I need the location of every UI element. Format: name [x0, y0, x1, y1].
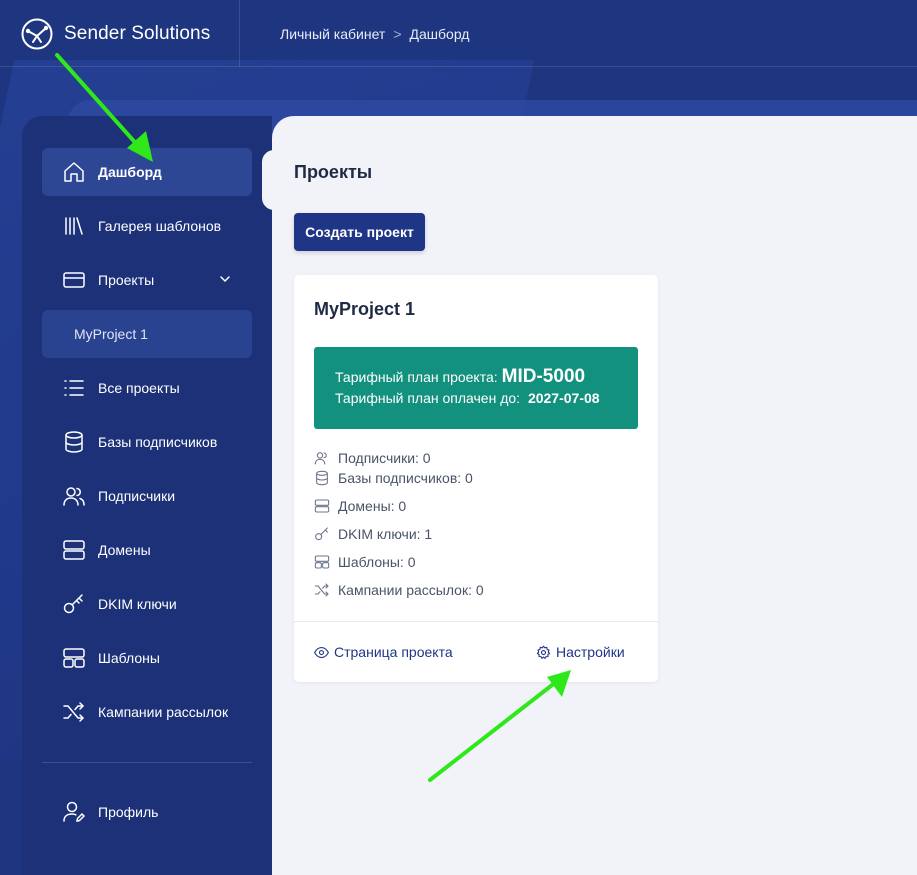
stat-campaigns: Кампании рассылок: 0 — [314, 582, 484, 598]
stat-label: Кампании рассылок: 0 — [338, 582, 484, 598]
sidebar-item-label: Профиль — [98, 804, 159, 820]
sidebar-item-domains[interactable]: Домены — [42, 526, 252, 574]
library-icon — [65, 217, 83, 235]
stat-label: Шаблоны: 0 — [338, 554, 416, 570]
main-content: Проекты Создать проект MyProject 1 Тариф… — [272, 116, 917, 875]
key-icon — [63, 594, 83, 614]
sidebar-item-myproject[interactable]: MyProject 1 — [42, 310, 252, 358]
home-icon — [64, 162, 84, 182]
sidebar-item-label: Галерея шаблонов — [98, 218, 222, 234]
database-icon — [316, 470, 328, 486]
users-icon — [63, 487, 85, 506]
gear-icon — [536, 645, 551, 659]
page-title: Проекты — [294, 162, 373, 182]
sidebar-item-label: Проекты — [98, 272, 155, 288]
sidebar-item-campaigns[interactable]: Кампании рассылок — [42, 688, 252, 736]
stat-subscriber-bases: Базы подписчиков: 0 — [314, 470, 473, 486]
server-icon — [314, 499, 330, 513]
logo-icon — [21, 18, 53, 49]
server-icon — [63, 540, 85, 560]
sidebar-item-label: Подписчики — [98, 488, 176, 504]
breadcrumb: Личный кабинет > Дашборд — [280, 0, 469, 67]
sidebar-item-label: Кампании рассылок — [98, 704, 229, 720]
project-page-link[interactable]: Страница проекта — [314, 644, 453, 660]
sidebar-item-label: DKIM ключи — [98, 596, 177, 612]
sidebar-item-all-projects[interactable]: Все проекты — [42, 364, 252, 412]
sidebar-item-label: Все проекты — [98, 380, 180, 396]
key-icon — [315, 527, 328, 541]
card-icon — [63, 272, 85, 288]
stat-label: Подписчики: 0 — [338, 450, 431, 466]
sidebar-item-label: Базы подписчиков — [98, 434, 218, 450]
user-edit-icon — [63, 801, 86, 822]
database-icon — [65, 431, 83, 453]
settings-link[interactable]: Настройки — [536, 644, 625, 660]
sidebar-item-profile[interactable]: Профиль — [42, 788, 252, 836]
sidebar-divider — [42, 762, 252, 763]
stat-subscribers: Подписчики: 0 — [314, 450, 431, 466]
sidebar-item-label: MyProject 1 — [74, 326, 148, 342]
stat-domains: Домены: 0 — [314, 498, 406, 514]
breadcrumb-separator: > — [393, 25, 402, 42]
paid-label: Тарифный план оплачен до: — [335, 390, 521, 406]
breadcrumb-item-dashboard: Дашборд — [409, 25, 470, 42]
stat-dkim-keys: DKIM ключи: 1 — [314, 526, 432, 542]
plan-label: Тарифный план проекта: — [335, 369, 498, 385]
create-project-button[interactable]: Создать проект — [294, 213, 425, 251]
sidebar-item-templates[interactable]: Шаблоны — [42, 634, 252, 682]
eye-icon — [314, 646, 329, 658]
breadcrumb-item-account[interactable]: Личный кабинет — [280, 26, 385, 42]
project-card: MyProject 1 Тарифный план проекта: MID-5… — [294, 275, 658, 682]
chevron-down-icon[interactable] — [218, 272, 232, 286]
sidebar-item-label: Домены — [98, 542, 151, 558]
layout-icon — [63, 648, 85, 668]
card-divider — [294, 621, 658, 622]
sidebar: Дашборд Галерея шаблонов Проекты MyProje… — [22, 116, 272, 875]
sidebar-item-projects[interactable]: Проекты — [42, 256, 252, 304]
sidebar-item-subscribers[interactable]: Подписчики — [42, 472, 252, 520]
topbar: Sender Solutions Личный кабинет > Дашбор… — [0, 0, 917, 67]
brand-name: Sender Solutions — [64, 22, 211, 44]
project-name: MyProject 1 — [314, 299, 416, 319]
sidebar-item-subscriber-bases[interactable]: Базы подписчиков — [42, 418, 252, 466]
plan-code: MID-5000 — [501, 366, 586, 387]
sidebar-item-label: Шаблоны — [98, 650, 160, 666]
users-icon — [314, 452, 327, 465]
shuffle-icon — [63, 702, 84, 722]
settings-label: Настройки — [556, 644, 625, 660]
stat-templates: Шаблоны: 0 — [314, 554, 415, 570]
paid-until: 2027-07-08 — [527, 390, 600, 406]
layout-icon — [314, 555, 330, 569]
project-page-label: Страница проекта — [334, 644, 453, 660]
sidebar-item-template-gallery[interactable]: Галерея шаблонов — [42, 202, 252, 250]
shuffle-icon — [314, 583, 329, 597]
stat-label: Базы подписчиков: 0 — [338, 470, 473, 486]
sidebar-item-dashboard[interactable]: Дашборд — [42, 148, 252, 196]
stat-label: DKIM ключи: 1 — [338, 526, 433, 542]
sidebar-item-label: Дашборд — [98, 164, 162, 180]
brand[interactable]: Sender Solutions — [0, 0, 240, 67]
sidebar-item-dkim-keys[interactable]: DKIM ключи — [42, 580, 252, 628]
plan-box: Тарифный план проекта: MID-5000 Тарифный… — [314, 347, 638, 429]
stat-label: Домены: 0 — [338, 498, 407, 514]
list-icon — [64, 380, 84, 396]
